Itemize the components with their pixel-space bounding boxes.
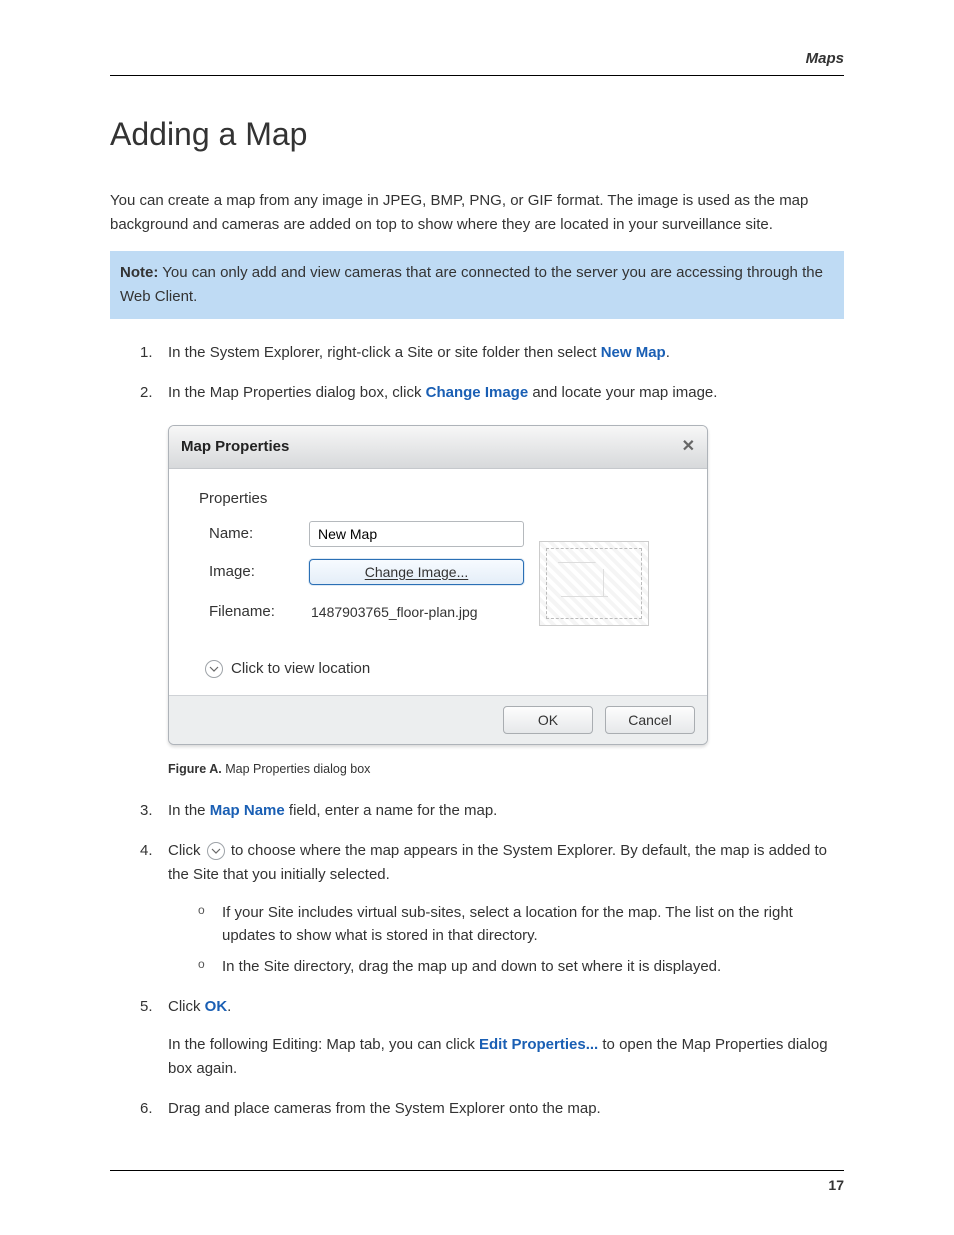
dialog-titlebar: Map Properties ✕ xyxy=(169,426,707,469)
step-5-term: OK xyxy=(205,998,228,1015)
step-5-post: . xyxy=(227,998,231,1015)
step-2-post: and locate your map image. xyxy=(528,384,717,401)
step-6: Drag and place cameras from the System E… xyxy=(140,1097,844,1121)
name-label: Name: xyxy=(199,522,309,546)
map-properties-dialog: Map Properties ✕ Properties Name: xyxy=(168,425,708,745)
step-4-sub-b: In the Site directory, drag the map up a… xyxy=(198,955,844,978)
filename-label: Filename: xyxy=(199,600,309,624)
page-header-section: Maps xyxy=(110,50,844,76)
properties-heading: Properties xyxy=(199,487,677,511)
close-icon[interactable]: ✕ xyxy=(682,434,695,460)
figure-label: Figure A. xyxy=(168,762,222,776)
ok-button[interactable]: OK xyxy=(503,706,593,734)
step-3-term: Map Name xyxy=(210,802,285,819)
dialog-title-text: Map Properties xyxy=(181,435,289,459)
intro-paragraph: You can create a map from any image in J… xyxy=(110,189,844,237)
step-1-term: New Map xyxy=(601,344,666,361)
step-2: In the Map Properties dialog box, click … xyxy=(140,381,844,779)
cancel-button[interactable]: Cancel xyxy=(605,706,695,734)
image-preview xyxy=(539,541,649,626)
step-3-post: field, enter a name for the map. xyxy=(285,802,498,819)
step-4-post: to choose where the map appears in the S… xyxy=(168,842,827,883)
step-5: Click OK. In the following Editing: Map … xyxy=(140,995,844,1081)
page-title: Adding a Map xyxy=(110,116,844,153)
step-1: In the System Explorer, right-click a Si… xyxy=(140,341,844,365)
figure-caption-text: Map Properties dialog box xyxy=(225,762,370,776)
page-footer: 17 xyxy=(110,1170,844,1193)
page-number: 17 xyxy=(828,1177,844,1193)
image-label: Image: xyxy=(199,560,309,584)
name-input[interactable] xyxy=(309,521,524,547)
step-1-pre: In the System Explorer, right-click a Si… xyxy=(168,344,601,361)
step-5-follow-pre: In the following Editing: Map tab, you c… xyxy=(168,1036,479,1053)
step-4-pre: Click xyxy=(168,842,205,859)
step-3-pre: In the xyxy=(168,802,210,819)
step-4-sub-a: If your Site includes virtual sub-sites,… xyxy=(198,901,844,948)
step-5-pre: Click xyxy=(168,998,205,1015)
step-3: In the Map Name field, enter a name for … xyxy=(140,799,844,823)
filename-value: 1487903765_floor-plan.jpg xyxy=(309,597,539,627)
step-4: Click to choose where the map appears in… xyxy=(140,839,844,979)
note-text: You can only add and view cameras that a… xyxy=(120,264,823,305)
chevron-down-icon xyxy=(207,842,225,860)
step-5-follow-term: Edit Properties... xyxy=(479,1036,598,1053)
change-image-button[interactable]: Change Image... xyxy=(309,559,524,585)
figure-caption: Figure A. Map Properties dialog box xyxy=(168,759,844,779)
note-label: Note: xyxy=(120,264,158,281)
step-2-pre: In the Map Properties dialog box, click xyxy=(168,384,426,401)
note-box: Note: You can only add and view cameras … xyxy=(110,251,844,319)
expander-label[interactable]: Click to view location xyxy=(231,657,370,681)
step-1-post: . xyxy=(666,344,670,361)
step-2-term: Change Image xyxy=(426,384,529,401)
chevron-down-icon[interactable] xyxy=(205,660,223,678)
